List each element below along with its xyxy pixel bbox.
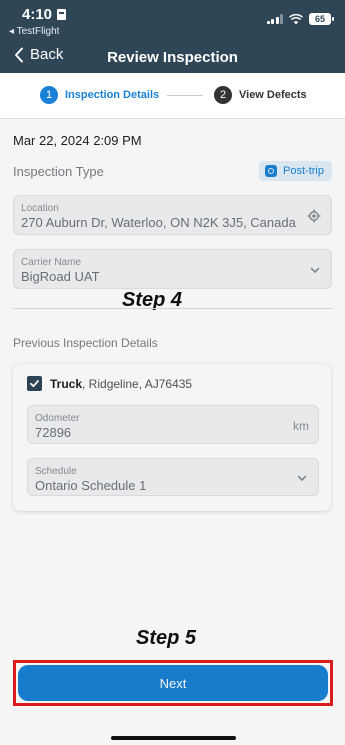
- checkmark-icon: [30, 380, 39, 388]
- progress-stepper: 1 Inspection Details 2 View Defects: [0, 73, 345, 119]
- odometer-value: 72896: [35, 425, 72, 440]
- locate-icon[interactable]: [307, 209, 321, 223]
- step-label: Inspection Details: [65, 89, 160, 101]
- odometer-field[interactable]: Odometer 72896 km: [27, 405, 319, 444]
- page-title-text: Review Inspection: [107, 49, 238, 66]
- vehicle-row[interactable]: Truck, Ridgeline, AJ76435: [27, 376, 192, 391]
- step-number: 1: [40, 86, 58, 104]
- app-header: 4:10 ◂ TestFlight 65 Back Review Inspect…: [0, 0, 345, 73]
- system-icons: 65: [266, 13, 334, 25]
- wifi-icon: [289, 13, 303, 24]
- post-trip-icon: [265, 165, 278, 177]
- status-time-text: 4:10: [22, 6, 53, 23]
- odometer-unit: km: [293, 419, 309, 433]
- location-value: 270 Auburn Dr, Waterloo, ON N2K 3J5, Can…: [21, 215, 296, 230]
- step-number: 2: [214, 86, 232, 104]
- schedule-field[interactable]: Schedule Ontario Schedule 1: [27, 458, 319, 496]
- section-divider: [13, 308, 332, 309]
- schedule-label: Schedule: [35, 466, 77, 477]
- odometer-label: Odometer: [35, 413, 80, 424]
- chevron-down-icon: [297, 475, 307, 481]
- previous-inspection-label: Previous Inspection Details: [13, 336, 158, 350]
- carrier-name-field[interactable]: Carrier Name BigRoad UAT: [13, 249, 332, 289]
- inspection-type-badge: Post-trip: [259, 161, 332, 181]
- step-5-annotation: Step 5: [136, 627, 197, 649]
- status-time: 4:10: [22, 6, 67, 23]
- vehicle-details: , Ridgeline, AJ76435: [82, 376, 193, 391]
- location-label: Location: [21, 203, 59, 214]
- page-title: Review Inspection: [0, 49, 345, 66]
- location-field[interactable]: Location 270 Auburn Dr, Waterloo, ON N2K…: [13, 195, 332, 235]
- screen-lock-icon: [57, 9, 67, 20]
- vehicle-name: Truck: [50, 376, 83, 391]
- back-to-testflight-link[interactable]: ◂ TestFlight: [9, 26, 59, 37]
- battery-icon: 65: [309, 13, 334, 25]
- step-connector: [167, 95, 203, 96]
- step-inspection-details[interactable]: 1 Inspection Details: [40, 86, 159, 104]
- step-label: View Defects: [239, 89, 307, 101]
- inspection-type-value: Post-trip: [283, 165, 324, 177]
- cellular-signal-icon: [266, 14, 283, 24]
- schedule-value: Ontario Schedule 1: [35, 478, 147, 493]
- inspection-type-label: Inspection Type: [13, 164, 104, 179]
- next-button[interactable]: Next: [18, 665, 328, 701]
- carrier-value: BigRoad UAT: [21, 269, 100, 284]
- vehicle-checkbox[interactable]: [27, 376, 42, 391]
- previous-inspection-card: Truck, Ridgeline, AJ76435 Odometer 72896…: [13, 364, 331, 511]
- chevron-down-icon: [310, 267, 320, 273]
- step-view-defects[interactable]: 2 View Defects: [214, 86, 307, 104]
- carrier-label: Carrier Name: [21, 257, 82, 268]
- inspection-date: Mar 22, 2024 2:09 PM: [13, 133, 142, 148]
- home-indicator[interactable]: [111, 736, 236, 740]
